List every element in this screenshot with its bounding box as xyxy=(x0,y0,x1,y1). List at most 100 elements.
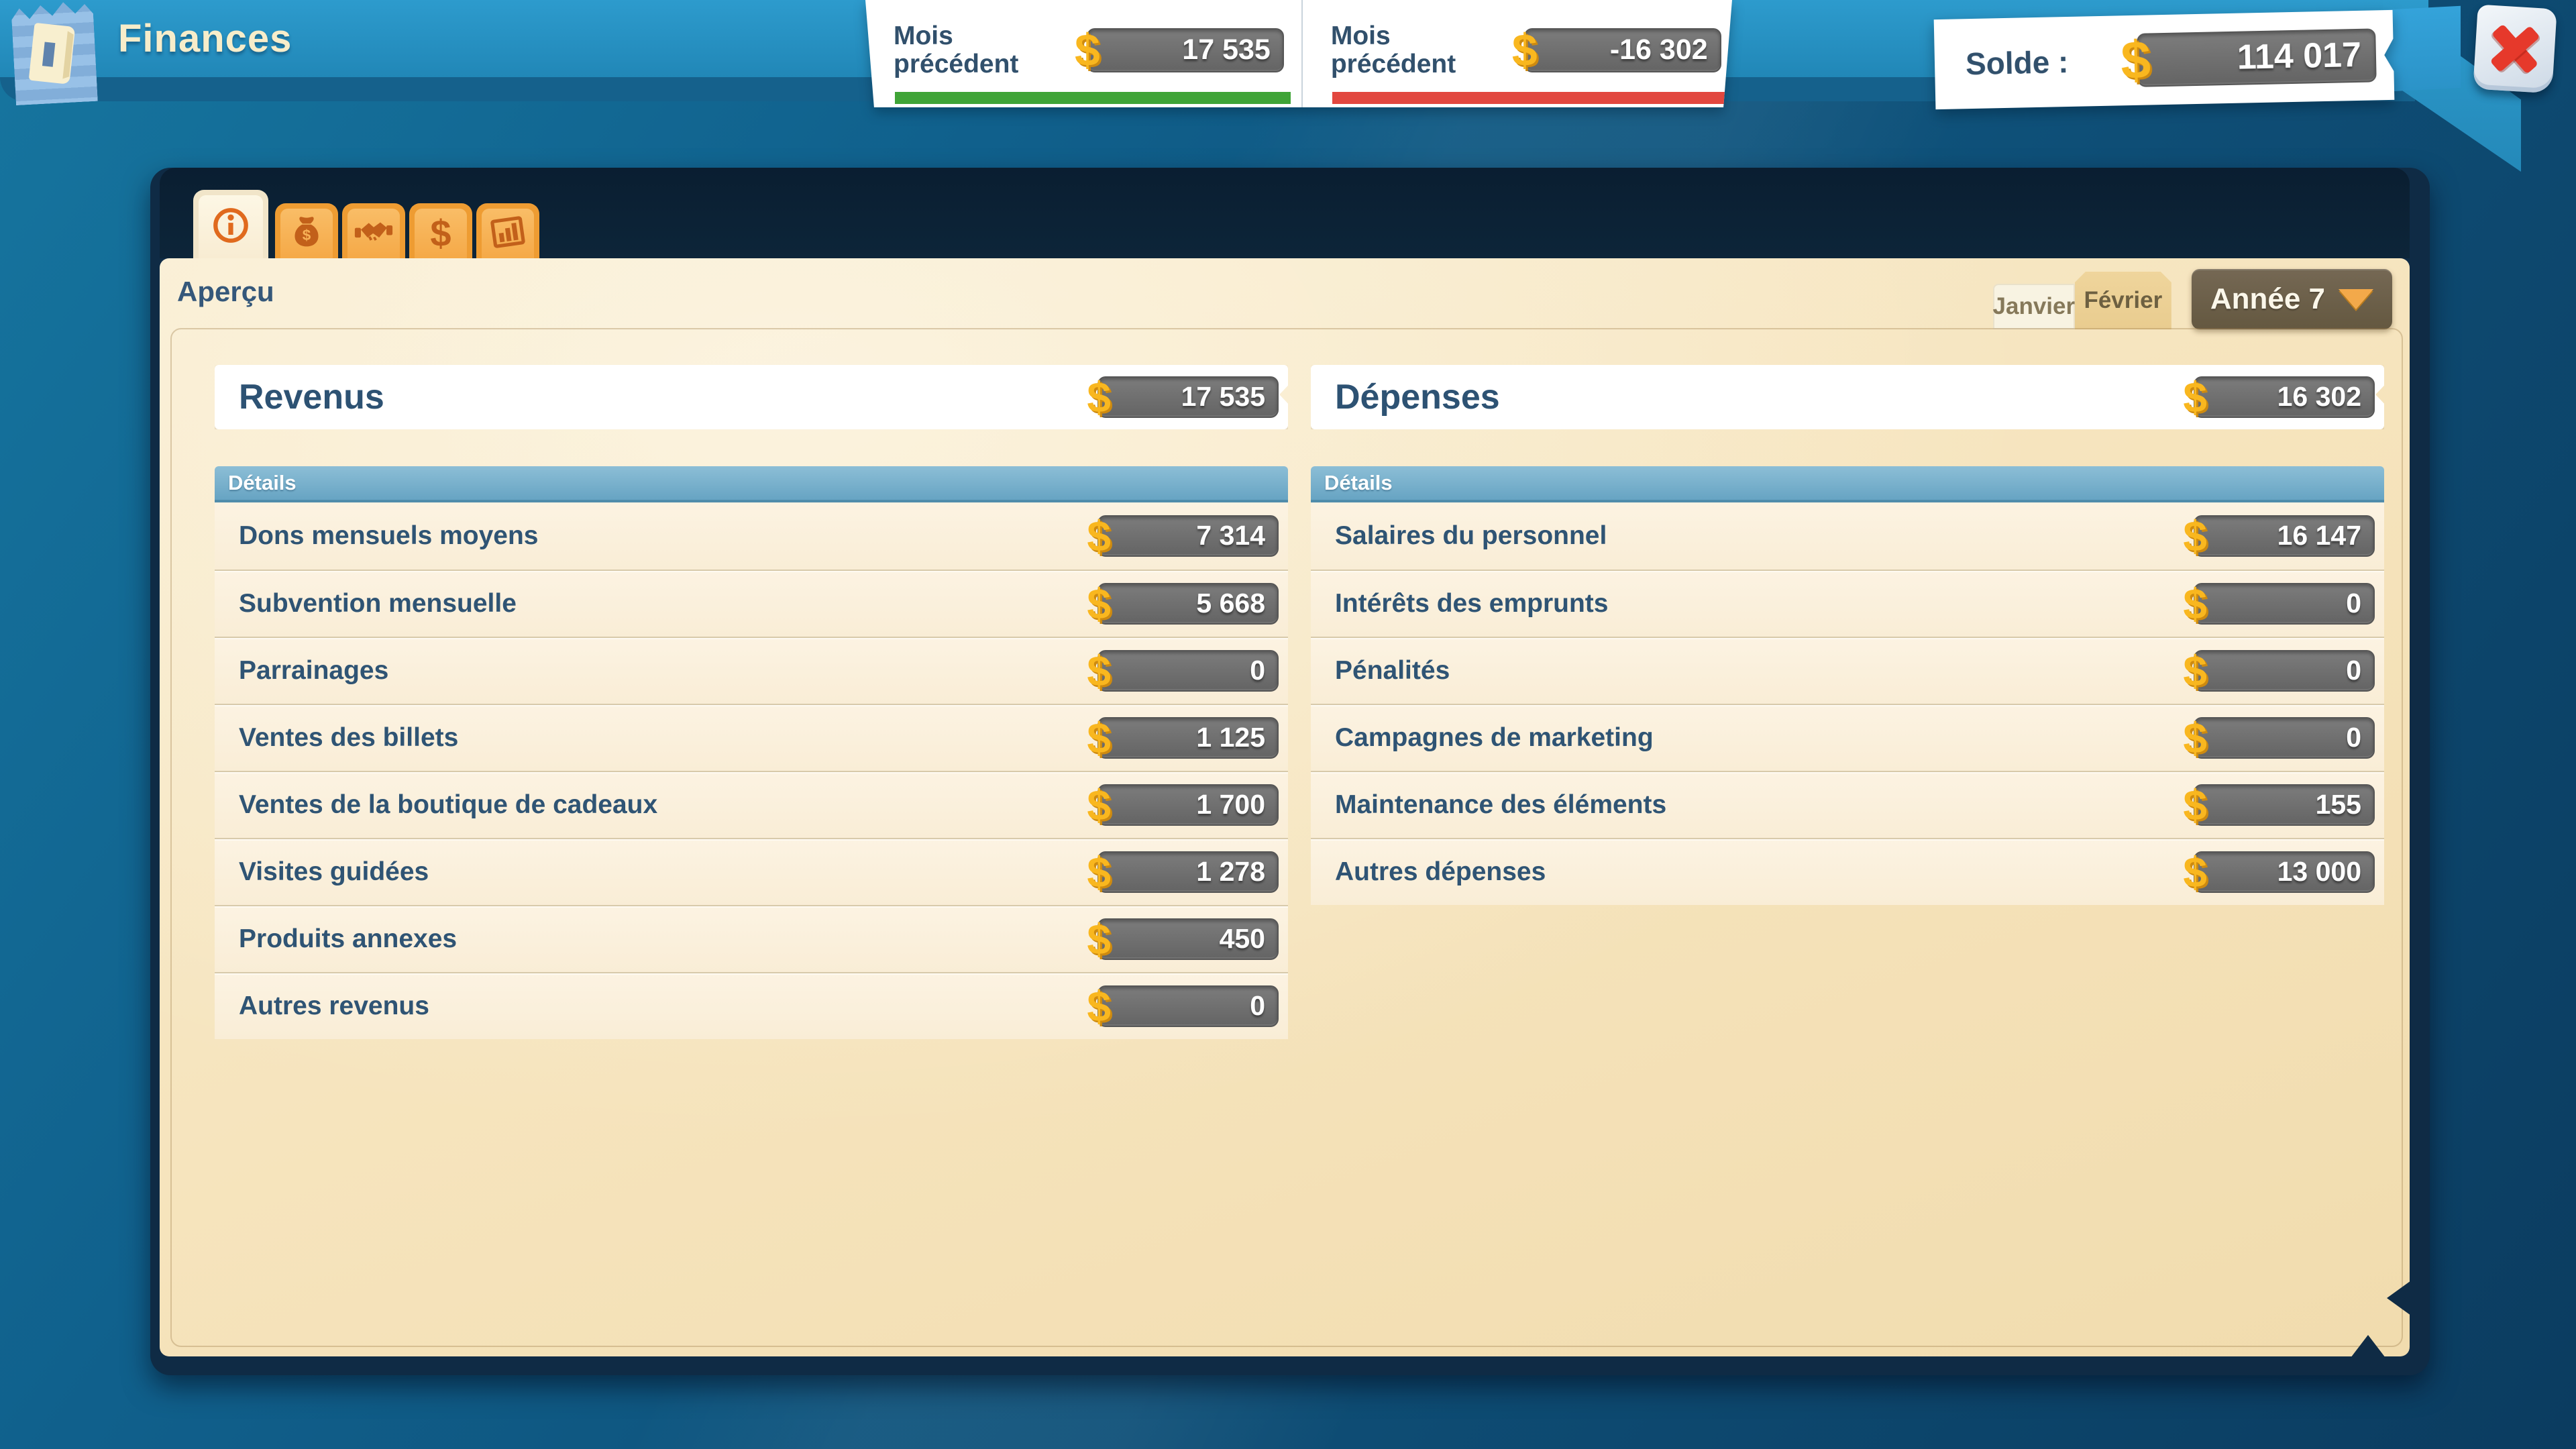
expenses-title: Dépenses xyxy=(1335,377,1500,417)
finance-row-label: Visites guidées xyxy=(239,857,429,887)
finance-row: Pénalités $0 xyxy=(1311,637,2384,704)
dollar-icon: $ xyxy=(1512,28,1538,73)
finance-row: Parrainages $0 xyxy=(215,637,1288,704)
expenses-header: Dépenses $ 16 302 xyxy=(1311,365,2384,429)
finance-row: Subvention mensuelle$5 668 xyxy=(215,570,1288,637)
finance-row-amount: $1 125 xyxy=(1087,716,1279,759)
close-button[interactable] xyxy=(2473,5,2557,94)
finance-row-amount: $0 xyxy=(1087,985,1279,1028)
dollar-icon: $ xyxy=(2183,515,2207,557)
chart-icon xyxy=(489,213,527,254)
amount-pill: 114 017 xyxy=(2137,28,2377,87)
finance-row-label: Campagnes de marketing xyxy=(1335,723,1654,753)
year-dropdown[interactable]: Année 7 xyxy=(2192,269,2392,329)
dollar-icon: $ xyxy=(430,215,451,252)
finance-row-amount: $0 xyxy=(2183,582,2375,625)
income-column: Revenus $ 17 535 Détails Dons mensuels m… xyxy=(215,365,1288,1039)
expenses-details-header: Détails xyxy=(1311,466,2384,502)
month-button-fevrier[interactable]: Février xyxy=(2075,272,2171,329)
finance-row-label: Subvention mensuelle xyxy=(239,589,517,619)
previous-month-expense: Mois précédent $ -16 302 xyxy=(1301,0,1739,107)
amount-pill: 155 xyxy=(2194,784,2375,826)
finance-row: Salaires du personnel$16 147 xyxy=(1311,502,2384,570)
finance-row: Intérêts des emprunts$0 xyxy=(1311,570,2384,637)
finance-row-label: Dons mensuels moyens xyxy=(239,521,538,551)
balance-box: Solde : $ 114 017 xyxy=(1934,10,2395,109)
finance-row: Campagnes de marketing $0 xyxy=(1311,704,2384,771)
dollar-icon: $ xyxy=(2183,716,2207,759)
finance-row-amount: $0 xyxy=(1087,649,1279,692)
income-title: Revenus xyxy=(239,377,384,417)
hud-title: Finances xyxy=(118,16,292,61)
finance-row-amount: $1 700 xyxy=(1087,784,1279,826)
previous-month-income-amount: $ 17 535 xyxy=(1075,28,1284,73)
finance-row-amount: $1 278 xyxy=(1087,851,1279,894)
amount-pill: 0 xyxy=(2194,717,2375,759)
finance-row-amount: $0 xyxy=(2183,716,2375,759)
amount-pill: 0 xyxy=(2194,650,2375,692)
income-total: $ 17 535 xyxy=(1087,376,1279,419)
finance-row-label: Produits annexes xyxy=(239,924,457,954)
finance-row-label: Autres revenus xyxy=(239,991,429,1021)
amount-pill: 1 278 xyxy=(1097,851,1279,893)
amount-pill: 450 xyxy=(1097,918,1279,960)
finance-row-label: Parrainages xyxy=(239,656,388,686)
dollar-icon: $ xyxy=(1087,918,1111,961)
tab-overview[interactable] xyxy=(193,190,268,258)
finance-row-amount: $13 000 xyxy=(2183,851,2375,894)
finance-row-label: Maintenance des éléments xyxy=(1335,790,1666,820)
balance-amount: $ 114 017 xyxy=(2121,28,2377,87)
finance-row-amount: $16 147 xyxy=(2183,515,2375,557)
expenses-total: $ 16 302 xyxy=(2183,376,2375,419)
tab-sponsorships[interactable] xyxy=(342,203,405,258)
finance-row-label: Autres dépenses xyxy=(1335,857,1546,887)
year-dropdown-label: Année 7 xyxy=(2210,282,2325,316)
amount-pill: 1 125 xyxy=(1097,717,1279,759)
dollar-icon: $ xyxy=(2183,851,2207,894)
income-header: Revenus $ 17 535 xyxy=(215,365,1288,429)
finance-row: Ventes de la boutique de cadeaux $1 700 xyxy=(215,771,1288,838)
month-button-janvier[interactable]: Janvier xyxy=(1993,284,2075,329)
info-icon xyxy=(211,206,250,248)
income-details-list: Dons mensuels moyens $7 314 Subvention men… xyxy=(215,502,1288,1039)
finance-row-amount: $7 314 xyxy=(1087,515,1279,557)
finance-row-label: Ventes des billets xyxy=(239,723,458,753)
chevron-down-icon xyxy=(2339,289,2373,309)
finance-row: Autres dépenses $13 000 xyxy=(1311,838,2384,905)
dollar-icon: $ xyxy=(1087,716,1111,759)
finance-row-amount: $0 xyxy=(2183,649,2375,692)
finances-window: $ xyxy=(150,168,2430,1375)
dollar-icon: $ xyxy=(1075,28,1100,73)
tab-charts[interactable] xyxy=(476,203,539,258)
amount-pill: 17 535 xyxy=(1097,376,1279,418)
previous-month-expense-amount: $ -16 302 xyxy=(1512,28,1721,73)
dollar-icon: $ xyxy=(2183,649,2207,692)
expenses-details-list: Salaires du personnel$16 147Intérêts des… xyxy=(1311,502,2384,905)
resize-handle-right[interactable] xyxy=(2387,1281,2411,1316)
expenses-column: Dépenses $ 16 302 Détails Salaires du pe… xyxy=(1311,365,2384,1039)
finance-row: Maintenance des éléments$155 xyxy=(1311,771,2384,838)
tab-fees[interactable]: $ xyxy=(409,203,472,258)
finance-row-amount: $450 xyxy=(1087,918,1279,961)
finance-row-label: Ventes de la boutique de cadeaux xyxy=(239,790,657,820)
svg-text:$: $ xyxy=(303,227,311,244)
tab-donations[interactable]: $ xyxy=(275,203,338,258)
finance-row: Produits annexes $450 xyxy=(215,905,1288,972)
period-selector: Janvier Février Année 7 xyxy=(1993,269,2392,329)
resize-handle-bottom[interactable] xyxy=(2351,1335,2385,1358)
finance-row: Autres revenus $0 xyxy=(215,972,1288,1039)
finance-row-label: Pénalités xyxy=(1335,656,1450,686)
finance-row: Dons mensuels moyens $7 314 xyxy=(215,502,1288,570)
previous-month-income-label: Mois précédent xyxy=(894,22,1075,78)
dollar-icon: $ xyxy=(2121,33,2151,87)
previous-month-summary: Mois précédent $ 17 535 Mois précédent $… xyxy=(865,0,1732,107)
dollar-icon: $ xyxy=(1087,985,1111,1028)
amount-pill: 7 314 xyxy=(1097,515,1279,557)
income-details-header: Détails xyxy=(215,466,1288,502)
dollar-icon: $ xyxy=(1087,851,1111,894)
finance-row: Visites guidées $1 278 xyxy=(215,838,1288,905)
overview-content: Revenus $ 17 535 Détails Dons mensuels m… xyxy=(170,328,2403,1347)
amount-pill: 0 xyxy=(2194,583,2375,625)
amount-pill: 13 000 xyxy=(2194,851,2375,893)
dollar-icon: $ xyxy=(1087,582,1111,625)
